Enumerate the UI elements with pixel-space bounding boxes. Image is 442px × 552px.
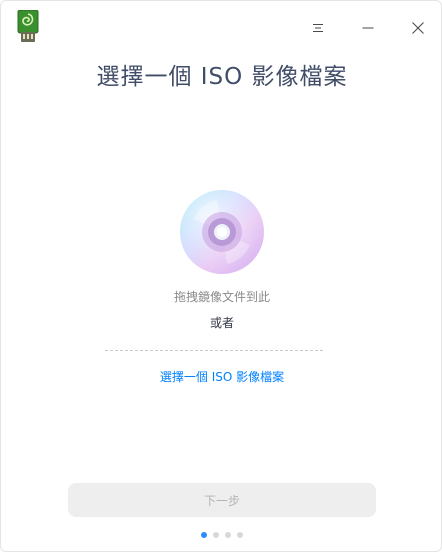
minimize-button[interactable] bbox=[353, 13, 383, 43]
page-indicator bbox=[201, 531, 243, 539]
menu-button[interactable] bbox=[303, 13, 333, 43]
page-dot-4 bbox=[237, 532, 243, 538]
minimize-icon bbox=[362, 27, 374, 29]
window: 選擇一個 ISO 影像檔案 拖拽鏡像文件到此 或者 選擇一個 ISO 影像檔案 … bbox=[0, 0, 442, 552]
usb-drive-icon bbox=[17, 9, 39, 43]
menu-icon bbox=[313, 24, 323, 32]
page-title: 選擇一個 ISO 影像檔案 bbox=[96, 64, 348, 90]
disc-icon bbox=[179, 189, 265, 275]
select-iso-link[interactable]: 選擇一個 ISO 影像檔案 bbox=[1, 368, 442, 385]
close-button[interactable] bbox=[403, 13, 433, 43]
next-button[interactable]: 下一步 bbox=[68, 483, 376, 517]
page-dot-3 bbox=[225, 532, 231, 538]
page-dot-2 bbox=[213, 532, 219, 538]
close-icon bbox=[412, 22, 424, 34]
or-text: 或者 bbox=[209, 316, 234, 330]
divider bbox=[105, 350, 323, 351]
drop-hint: 拖拽鏡像文件到此 bbox=[173, 290, 270, 304]
page-dot-1 bbox=[201, 532, 207, 538]
